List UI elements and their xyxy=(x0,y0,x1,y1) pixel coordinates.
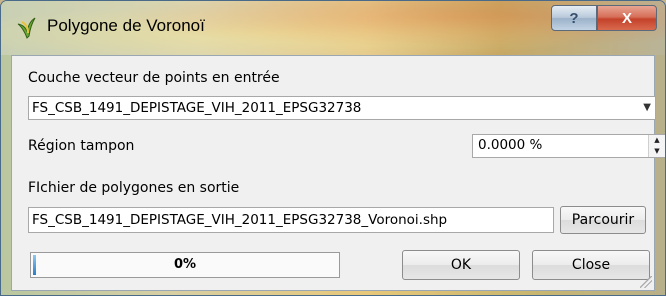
dropdown-arrow-icon[interactable]: ▼ xyxy=(643,97,651,119)
input-layer-label: Couche vecteur de points en entrée xyxy=(28,70,280,86)
input-layer-combobox[interactable]: FS_CSB_1491_DEPISTAGE_VIH_2011_EPSG32738… xyxy=(28,96,656,120)
progress-text: 0% xyxy=(173,257,197,272)
help-icon: ? xyxy=(569,9,579,27)
buffer-region-label: Région tampon xyxy=(28,138,135,154)
browse-button[interactable]: Parcourir xyxy=(560,206,646,234)
output-file-input[interactable]: FS_CSB_1491_DEPISTAGE_VIH_2011_EPSG32738… xyxy=(28,207,554,233)
voronoi-dialog-window: Polygone de Voronoï ? X Couche vecteur d… xyxy=(0,0,666,296)
output-file-label: FIchier de polygones en sortie xyxy=(28,180,240,196)
help-button[interactable]: ? xyxy=(551,5,597,31)
buffer-region-spinbox[interactable]: 0.0000 % ▲ ▼ xyxy=(472,134,665,158)
spin-up-icon[interactable]: ▲ xyxy=(654,135,659,146)
close-button[interactable]: Close xyxy=(532,250,650,280)
window-close-button[interactable]: X xyxy=(597,5,657,31)
resize-grip-icon[interactable] xyxy=(640,276,652,288)
close-icon: X xyxy=(621,9,632,27)
spin-down-icon[interactable]: ▼ xyxy=(654,146,659,157)
progress-bar: 0% xyxy=(30,252,340,278)
spin-arrows[interactable]: ▲ ▼ xyxy=(648,135,665,157)
window-title: Polygone de Voronoï xyxy=(47,16,205,35)
title-bar[interactable]: Polygone de Voronoï ? X xyxy=(1,1,665,55)
qgis-app-icon xyxy=(15,16,39,40)
buffer-region-value: 0.0000 % xyxy=(478,137,543,153)
input-layer-value: FS_CSB_1491_DEPISTAGE_VIH_2011_EPSG32738 xyxy=(32,100,362,116)
dialog-body: Couche vecteur de points en entrée FS_CS… xyxy=(11,55,665,291)
ok-button[interactable]: OK xyxy=(402,250,520,280)
